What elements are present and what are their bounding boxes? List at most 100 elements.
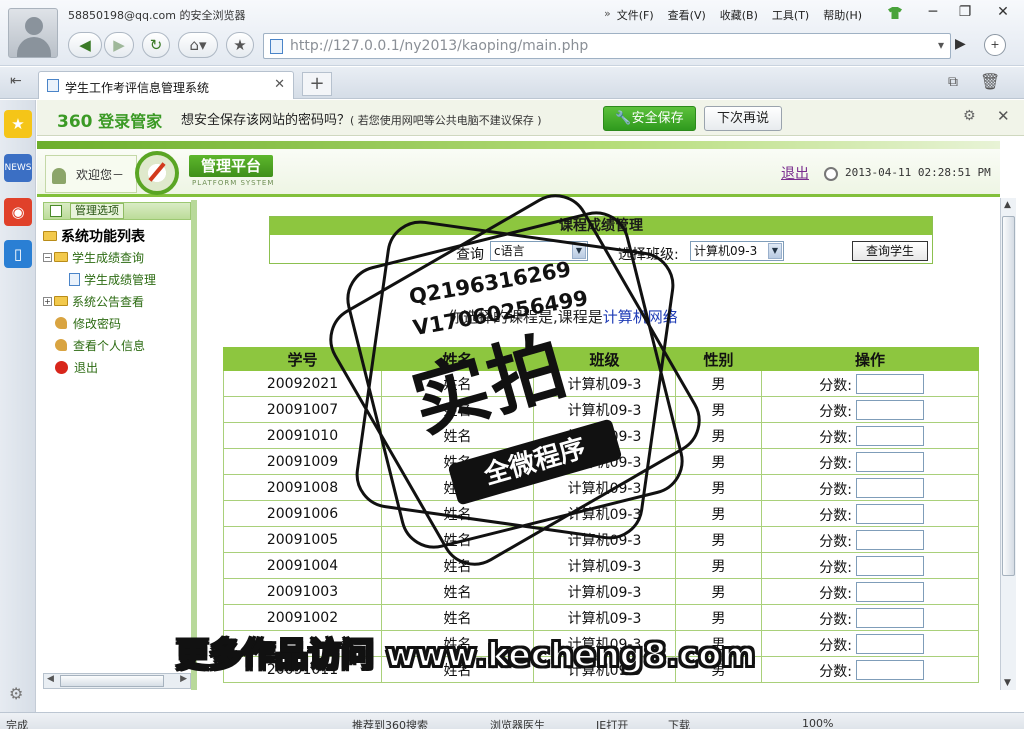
favorite-button[interactable]: ★	[226, 32, 254, 58]
safe-save-button[interactable]: 🔧安全保存	[603, 106, 696, 131]
sidebar-scroll-thumb[interactable]	[60, 675, 164, 687]
menu-tools[interactable]: 工具(T)	[772, 7, 809, 23]
menu-favorites[interactable]: 收藏(B)	[720, 7, 758, 23]
expand-icon[interactable]: +	[43, 296, 52, 306]
cell-id: 20091010	[223, 422, 382, 449]
score-input[interactable]	[856, 478, 924, 498]
forward-button[interactable]: ▶	[104, 32, 134, 58]
menu-file[interactable]: 文件(F)	[617, 7, 654, 23]
function-tree: 系统功能列表 − 学生成绩查询 学生成绩管理 + 系统公告查看 修改密码 查看个人信…	[43, 226, 193, 378]
bar-close-icon[interactable]: ✕	[997, 107, 1010, 125]
cell-id: 20091005	[223, 526, 382, 553]
options-label[interactable]: 管理选项	[70, 203, 124, 219]
go-button[interactable]: ▶	[955, 36, 966, 52]
sidebar-toggle-icon[interactable]: ⇤	[10, 73, 22, 89]
status-download[interactable]: 下载	[668, 717, 690, 729]
minimize-button[interactable]: ─	[918, 2, 948, 22]
restore-tabs-icon[interactable]: ⧉	[948, 74, 958, 90]
score-input[interactable]	[856, 400, 924, 420]
score-input[interactable]	[856, 426, 924, 446]
skin-icon[interactable]	[888, 7, 902, 19]
score-input[interactable]	[856, 452, 924, 472]
cell-id: 20091003	[223, 578, 382, 605]
cell-class: 计算机09-3	[533, 604, 676, 631]
refresh-icon: ↻	[149, 36, 163, 54]
folder-open-icon	[43, 231, 57, 241]
course-select[interactable]: c语言 ▼	[490, 241, 588, 261]
score-input[interactable]	[856, 634, 924, 654]
query-students-button[interactable]: 查询学生	[852, 241, 928, 261]
tab-close-icon[interactable]: ✕	[274, 77, 285, 92]
news-icon[interactable]: NEWS	[4, 154, 32, 182]
restore-button[interactable]: ❐	[950, 2, 980, 22]
settings-gear-icon[interactable]: ⚙	[9, 684, 23, 703]
brand-logo: 360 登录管家	[57, 112, 163, 132]
cell-name: 姓名	[381, 604, 534, 631]
tree-item-notice[interactable]: + 系统公告查看	[43, 290, 193, 312]
tree-item-score-manage[interactable]: 学生成绩管理	[43, 268, 193, 290]
col-header-class: 班级	[533, 347, 676, 371]
cell-id: 20091002	[223, 604, 382, 631]
weibo-icon[interactable]: ◉	[4, 198, 32, 226]
class-select[interactable]: 计算机09-3 ▼	[690, 241, 784, 261]
score-input[interactable]	[856, 504, 924, 524]
score-label: 分数:	[819, 508, 852, 524]
cell-action: 分数:	[761, 370, 979, 397]
status-zoom[interactable]: 100%	[802, 717, 833, 729]
new-tab-button[interactable]: +	[302, 72, 332, 96]
menu-help[interactable]: 帮助(H)	[823, 7, 862, 23]
address-bar[interactable]: http://127.0.0.1/ny2013/kaoping/main.php…	[263, 33, 951, 59]
page-vscrollbar[interactable]: ▲ ▼	[1000, 198, 1016, 690]
trash-icon[interactable]: 🗑	[980, 72, 1000, 91]
collapse-icon[interactable]: −	[43, 252, 52, 262]
menu-chevron-icon[interactable]: »	[604, 7, 611, 23]
tree-item-score-query[interactable]: − 学生成绩查询	[43, 246, 193, 268]
back-button[interactable]: ◀	[68, 32, 102, 58]
cell-gender: 男	[675, 370, 762, 397]
cell-name: 姓名	[381, 474, 534, 501]
score-input[interactable]	[856, 530, 924, 550]
bar-settings-icon[interactable]: ⚙	[963, 108, 976, 124]
mobile-icon[interactable]: ▯	[4, 240, 32, 268]
logout-link[interactable]: 退出	[781, 163, 809, 183]
menu-view[interactable]: 查看(V)	[668, 7, 706, 23]
page-scroll-thumb[interactable]	[1002, 216, 1015, 576]
status-search[interactable]: 推荐到360搜索	[352, 717, 428, 729]
security-shield-icon[interactable]: +	[984, 34, 1006, 56]
score-input[interactable]	[856, 374, 924, 394]
score-input[interactable]	[856, 582, 924, 602]
score-label: 分数:	[819, 404, 852, 420]
sidebar-hscrollbar[interactable]: ◀ ▶	[43, 673, 191, 689]
cell-name: 姓名	[381, 552, 534, 579]
status-ie[interactable]: IE打开	[596, 717, 628, 729]
close-window-button[interactable]: ✕	[988, 2, 1018, 22]
cell-gender: 男	[675, 396, 762, 423]
cell-id: 20091006	[223, 500, 382, 527]
tree-item-profile[interactable]: 查看个人信息	[43, 334, 193, 356]
address-dropdown-icon[interactable]: ▾	[938, 38, 944, 52]
tree-item-exit[interactable]: 退出	[43, 356, 193, 378]
tree-item-change-password[interactable]: 修改密码	[43, 312, 193, 334]
cell-action: 分数:	[761, 630, 979, 657]
refresh-button[interactable]: ↻	[142, 32, 170, 58]
status-doctor[interactable]: 浏览器医生	[490, 717, 545, 729]
edit-doc-icon	[69, 272, 80, 286]
table-row: 20091002 姓名 计算机09-3 男 分数:	[223, 604, 979, 631]
password-message: 想安全保存该网站的密码吗？( 若您使用网吧等公共电脑不建议保存 )	[181, 113, 542, 128]
favorites-star-icon[interactable]: ★	[4, 110, 32, 138]
score-input[interactable]	[856, 660, 924, 680]
user-avatar[interactable]	[8, 8, 58, 58]
table-row: 20091010 姓名 计算机09-3 男 分数:	[223, 422, 979, 449]
cell-name: 姓名	[381, 448, 534, 475]
score-input[interactable]	[856, 556, 924, 576]
table-row: 20091003 姓名 计算机09-3 男 分数:	[223, 578, 979, 605]
table-row: 20091005 姓名 计算机09-3 男 分数:	[223, 526, 979, 553]
tree-root[interactable]: 系统功能列表	[43, 226, 193, 246]
score-input[interactable]	[856, 608, 924, 628]
address-url[interactable]: http://127.0.0.1/ny2013/kaoping/main.php	[290, 38, 588, 54]
score-label: 分数:	[819, 612, 852, 628]
folder-icon	[54, 296, 68, 306]
tab-active[interactable]: 学生工作考评信息管理系统 ✕	[38, 71, 294, 99]
home-button[interactable]: ⌂▾	[178, 32, 218, 58]
later-button[interactable]: 下次再说	[704, 106, 782, 131]
